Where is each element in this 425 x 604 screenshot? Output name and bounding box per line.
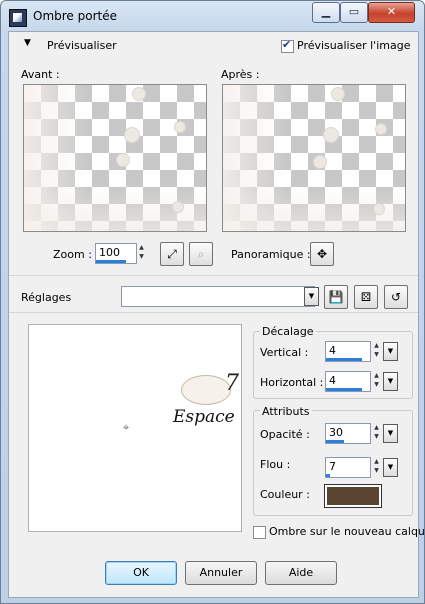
decor-dot	[174, 121, 186, 133]
zoom-fit-button[interactable]: ⤢	[160, 242, 184, 266]
after-label: Après :	[221, 68, 260, 81]
decor-dot	[116, 153, 130, 167]
chevron-down-icon: ▼	[308, 292, 315, 300]
color-swatch[interactable]	[327, 487, 379, 505]
zoom-value: 100	[99, 246, 120, 259]
minimize-button[interactable]: ▁	[312, 2, 340, 23]
before-label: Avant :	[21, 68, 60, 81]
decor-dot	[132, 87, 146, 101]
vertical-value: 4	[329, 344, 336, 357]
decor-dot	[124, 127, 140, 143]
pan-button[interactable]: ✥	[310, 242, 334, 266]
zoom-label: Zoom :	[53, 248, 92, 261]
zoom-spinner[interactable]: ▲ ▼	[137, 243, 146, 262]
offset-group-label: Décalage	[260, 325, 316, 338]
vertical-bar	[326, 358, 362, 361]
stamp-text: Espace	[173, 407, 235, 427]
blur-bar	[326, 474, 330, 477]
horizontal-value: 4	[329, 374, 336, 387]
stamp-number: 7	[225, 371, 239, 396]
ok-button[interactable]: OK	[105, 561, 177, 585]
opacity-dropdown[interactable]: ▼	[383, 424, 398, 443]
preview-image-checkbox[interactable]	[281, 38, 294, 53]
decor-dot	[172, 201, 184, 213]
dialog-client: ▼ Prévisualiser Prévisualiser l'image Av…	[8, 31, 425, 598]
reset-icon: ↺	[390, 290, 402, 304]
attributes-group-label: Attributs	[260, 405, 312, 418]
horizontal-label: Horizontal :	[260, 376, 324, 389]
dialog-window: Ombre portée ▁ ▭ ✕ ▼ Prévisualiser Prévi…	[0, 0, 425, 604]
pan-label: Panoramique :	[231, 248, 311, 261]
opacity-label: Opacité :	[260, 428, 310, 441]
window-title: Ombre portée	[33, 9, 117, 23]
close-button[interactable]: ✕	[368, 2, 415, 23]
sheep-graphic	[181, 375, 231, 405]
decor-dot	[373, 203, 385, 215]
preview-toggle-label[interactable]: Prévisualiser	[47, 39, 117, 52]
color-label: Couleur :	[260, 488, 310, 501]
color-swatch-frame[interactable]	[324, 484, 382, 508]
decor-dot	[375, 123, 387, 135]
save-preset-button[interactable]: 💾	[324, 285, 348, 309]
save-icon: 💾	[328, 290, 344, 304]
decor-dot	[323, 127, 339, 143]
opacity-value: 30	[329, 426, 343, 439]
dice-icon: ⚄	[360, 290, 372, 304]
after-preview[interactable]	[222, 84, 406, 232]
zoom-bar	[96, 260, 126, 263]
blur-label: Flou :	[260, 458, 291, 471]
zoom-actual-button[interactable]: ⌕	[189, 242, 213, 266]
horizontal-bar	[326, 388, 362, 391]
divider	[9, 312, 418, 313]
app-icon	[9, 9, 27, 27]
help-button[interactable]: Aide	[265, 561, 337, 585]
cancel-button[interactable]: Annuler	[185, 561, 257, 585]
move-icon: ✥	[316, 247, 328, 261]
random-button[interactable]: ⚄	[354, 285, 378, 309]
vertical-input[interactable]: 4	[325, 341, 371, 362]
blur-spinner[interactable]: ▲ ▼	[372, 457, 381, 476]
vertical-spinner[interactable]: ▲ ▼	[372, 341, 381, 360]
reset-button[interactable]: ↺	[384, 285, 408, 309]
presets-label: Réglages	[21, 291, 72, 304]
horizontal-dropdown[interactable]: ▼	[383, 372, 398, 391]
new-layer-label[interactable]: Ombre sur le nouveau calque	[269, 525, 425, 538]
new-layer-checkbox[interactable]	[253, 526, 266, 539]
horizontal-spinner[interactable]: ▲ ▼	[372, 371, 381, 390]
divider	[9, 275, 418, 276]
title-bar[interactable]: Ombre portée ▁ ▭ ✕	[1, 1, 424, 31]
decor-dot	[331, 87, 345, 101]
before-preview[interactable]	[23, 84, 207, 232]
decor-dot	[313, 155, 327, 169]
magnifier-icon: ⌕	[197, 247, 205, 261]
opacity-bar	[326, 440, 344, 443]
presets-combo[interactable]	[121, 286, 315, 307]
maximize-button[interactable]: ▭	[340, 2, 368, 23]
zoom-input[interactable]: 100	[95, 243, 137, 264]
vertical-dropdown[interactable]: ▼	[383, 342, 398, 361]
blur-value: 7	[329, 460, 336, 473]
crosshair-icon: ⌖	[123, 421, 130, 434]
chevron-down-icon[interactable]: ▼	[24, 38, 31, 48]
fit-window-icon: ⤢	[167, 247, 177, 261]
blur-dropdown[interactable]: ▼	[383, 458, 398, 477]
vertical-label: Vertical :	[260, 346, 309, 359]
blur-input[interactable]: 7	[325, 457, 371, 478]
shadow-offset-canvas[interactable]: ⌖ 7 Espace	[28, 324, 242, 532]
horizontal-input[interactable]: 4	[325, 371, 371, 392]
presets-dropdown-button[interactable]: ▼	[304, 287, 319, 306]
opacity-spinner[interactable]: ▲ ▼	[372, 423, 381, 442]
preview-image-label[interactable]: Prévisualiser l'image	[297, 39, 410, 52]
opacity-input[interactable]: 30	[325, 423, 371, 444]
